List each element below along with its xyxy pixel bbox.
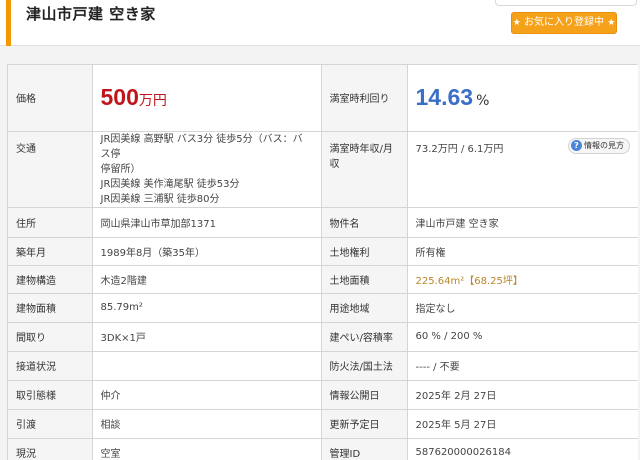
star-icon-right: ★	[607, 18, 616, 28]
help-button[interactable]: ? 情報の見方	[568, 137, 630, 154]
price-value: 500	[100, 84, 139, 111]
fire-value: ---- / 不要	[406, 350, 638, 381]
yield-label: 満室時利回り	[320, 65, 408, 132]
published-value: 2025年 2月 27日	[406, 379, 638, 410]
table-row: 間取り 3DK×1戸 建ぺい/容積率 60 % / 200 %	[8, 321, 638, 352]
transaction-label: 取引態様	[8, 379, 93, 410]
question-icon: ?	[571, 139, 582, 151]
income-value: 73.2万円 / 6.1万円	[415, 143, 504, 155]
update-label: 更新予定日	[320, 408, 408, 439]
traffic-label: 交通	[8, 130, 93, 208]
zoning-value: 指定なし	[406, 292, 638, 323]
published-label: 情報公開日	[320, 379, 408, 410]
address-label: 住所	[8, 206, 93, 238]
zoning-label: 用途地域	[320, 292, 408, 323]
land-area-label: 土地面積	[320, 264, 408, 294]
yield-unit: %	[476, 93, 490, 110]
table-row: 価格 500万円 満室時利回り 14.63%	[8, 65, 638, 132]
income-label: 満室時年収/月収	[320, 130, 408, 208]
structure-value: 木造2階建	[91, 264, 322, 294]
coverage-label: 建ぺい/容積率	[320, 321, 408, 352]
help-button-label: 情報の見方	[584, 140, 624, 150]
traffic-line: JR因美線 三浦駅 徒歩80分	[100, 193, 220, 205]
road-value	[91, 350, 322, 381]
traffic-line: 停留所）	[100, 163, 141, 175]
coverage-value: 60 % / 200 %	[406, 321, 638, 352]
transaction-value: 仲介	[91, 379, 322, 410]
id-label: 管理ID	[320, 437, 408, 460]
land-area-cell: 225.64m²【68.25坪】	[406, 264, 638, 294]
update-value: 2025年 5月 27日	[406, 408, 638, 439]
address-value: 岡山県津山市草加部1371	[91, 206, 322, 238]
table-row: 建物面積 85.79m² 用途地域 指定なし	[8, 292, 638, 323]
page-title: 津山市戸建 空き家	[26, 5, 156, 23]
yield-cell: 14.63%	[406, 65, 638, 132]
fire-label: 防火法/国土法	[320, 350, 408, 381]
favorite-area	[495, 0, 637, 6]
price-label: 価格	[8, 65, 93, 132]
table-row: 引渡 相談 更新予定日 2025年 5月 27日	[8, 408, 638, 439]
star-icon: ★	[512, 18, 521, 28]
status-label: 現況	[8, 437, 93, 460]
income-cell: ? 情報の見方 73.2万円 / 6.1万円	[406, 130, 638, 208]
table-row: 現況 空室 管理ID 587620000026184	[8, 437, 638, 460]
name-label: 物件名	[320, 206, 408, 238]
property-detail-table: 価格 500万円 満室時利回り 14.63% 交通 JR因美線 高野駅 バス3分…	[7, 64, 638, 460]
layout-value: 3DK×1戸	[91, 321, 322, 352]
name-value: 津山市戸建 空き家	[406, 206, 638, 238]
yield-value: 14.63	[415, 84, 474, 111]
built-value: 1989年8月（築35年）	[91, 236, 322, 266]
land-right-value: 所有権	[406, 236, 638, 266]
traffic-line: JR因美線 美作滝尾駅 徒歩53分	[100, 178, 240, 190]
layout-label: 間取り	[8, 321, 93, 352]
land-area-value[interactable]: 225.64m²【68.25坪】	[416, 276, 523, 287]
table-row: 接道状況 防火法/国土法 ---- / 不要	[8, 350, 638, 381]
table-row: 住所 岡山県津山市草加部1371 物件名 津山市戸建 空き家	[8, 206, 638, 238]
favorite-button-label: お気に入り登録中	[524, 17, 604, 28]
status-value: 空室	[91, 437, 322, 460]
traffic-cell: JR因美線 高野駅 バス3分 徒歩5分（バス：バス停 停留所） JR因美線 美作…	[91, 130, 322, 208]
price-unit: 万円	[138, 93, 167, 110]
road-label: 接道状況	[8, 350, 93, 381]
traffic-line: JR因美線 高野駅 バス3分 徒歩5分（バス：バス停	[100, 133, 303, 160]
table-row: 交通 JR因美線 高野駅 バス3分 徒歩5分（バス：バス停 停留所） JR因美線…	[8, 130, 638, 208]
structure-label: 建物構造	[8, 264, 93, 294]
table-row: 取引態様 仲介 情報公開日 2025年 2月 27日	[8, 379, 638, 410]
favorite-button[interactable]: ★ お気に入り登録中 ★	[511, 12, 617, 34]
building-area-value: 85.79m²	[91, 292, 322, 323]
handover-value: 相談	[91, 408, 322, 439]
table-row: 築年月 1989年8月（築35年） 土地権利 所有権	[8, 236, 638, 266]
built-label: 築年月	[8, 236, 93, 266]
handover-label: 引渡	[8, 408, 93, 439]
land-right-label: 土地権利	[320, 236, 408, 266]
price-cell: 500万円	[91, 65, 322, 132]
table-row: 建物構造 木造2階建 土地面積 225.64m²【68.25坪】	[8, 264, 638, 294]
building-area-label: 建物面積	[8, 292, 93, 323]
id-value: 587620000026184	[406, 437, 638, 460]
header-accent-bar	[6, 0, 11, 46]
